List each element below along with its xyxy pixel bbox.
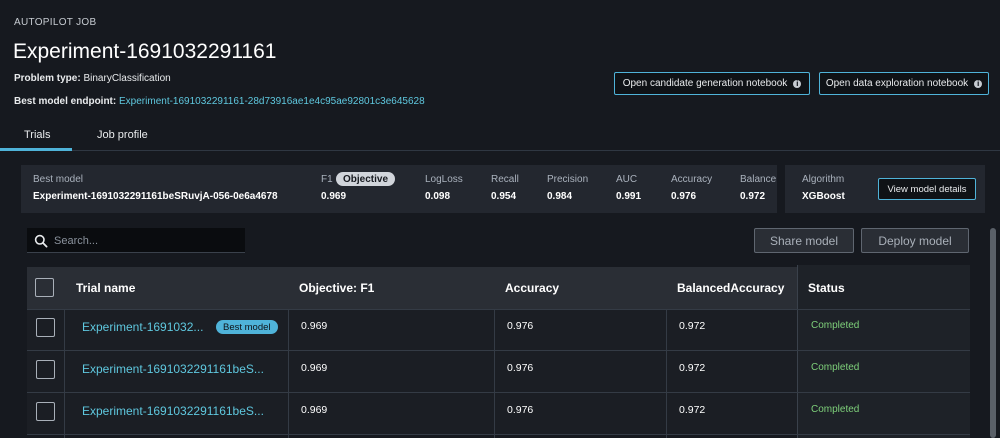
balanced-accuracy-label: Balance — [740, 174, 777, 185]
cell-f1: 0.969 — [301, 404, 328, 416]
cell-balanced-accuracy: 0.972 — [679, 362, 706, 374]
candidate-notebook-label: Open candidate generation notebook — [622, 78, 788, 89]
page-eyebrow: AUTOPILOT JOB — [14, 17, 97, 28]
deploy-model-button[interactable]: Deploy model — [861, 228, 969, 253]
recall-label: Recall — [491, 174, 519, 185]
best-model-label: Best model — [33, 174, 84, 185]
precision-value: 0.984 — [547, 191, 573, 202]
column-divider — [64, 309, 65, 438]
header-accuracy[interactable]: Accuracy — [505, 281, 559, 295]
header-balanced-accuracy[interactable]: BalancedAccuracy — [677, 281, 784, 295]
cell-f1: 0.969 — [301, 362, 328, 374]
cell-status: Completed — [811, 362, 860, 373]
header-status[interactable]: Status — [808, 281, 845, 295]
problem-type: Problem type: BinaryClassification — [14, 73, 171, 84]
endpoint-link[interactable]: Experiment-1691032291161-28d73916ae1e4c9… — [119, 96, 425, 107]
search-input[interactable] — [54, 229, 239, 252]
select-all-checkbox[interactable] — [35, 278, 54, 297]
search-icon — [34, 234, 48, 248]
tab-job-profile[interactable]: Job profile — [97, 129, 148, 141]
cell-balanced-accuracy: 0.972 — [679, 404, 706, 416]
cell-accuracy: 0.976 — [507, 362, 534, 374]
balanced-accuracy-value: 0.972 — [740, 191, 766, 202]
column-divider — [666, 309, 667, 438]
header-objective-f1[interactable]: Objective: F1 — [299, 281, 374, 295]
row-checkbox[interactable] — [36, 318, 55, 337]
info-icon: i — [974, 79, 983, 88]
endpoint-label: Best model endpoint: — [14, 96, 117, 107]
active-tab-indicator — [0, 148, 72, 151]
column-divider — [288, 309, 289, 438]
exploration-notebook-label: Open data exploration notebook — [825, 78, 969, 89]
share-model-button[interactable]: Share model — [754, 228, 854, 253]
precision-label: Precision — [547, 174, 589, 185]
view-model-details-button[interactable]: View model details — [878, 178, 976, 200]
page-title: Experiment-1691032291161 — [13, 40, 277, 63]
best-model-summary — [21, 165, 985, 213]
cell-balanced-accuracy: 0.972 — [679, 320, 706, 332]
auc-label: AUC — [616, 174, 638, 185]
info-icon: i — [793, 79, 802, 88]
open-candidate-notebook-button[interactable]: Open candidate generation notebook i — [614, 72, 810, 95]
cell-accuracy: 0.976 — [507, 320, 534, 332]
row-checkbox[interactable] — [36, 402, 55, 421]
algorithm-label: Algorithm — [802, 174, 845, 185]
algorithm-value: XGBoost — [802, 191, 845, 202]
accuracy-label: Accuracy — [671, 174, 713, 185]
logloss-label: LogLoss — [425, 174, 463, 185]
auc-value: 0.991 — [616, 191, 642, 202]
trial-link[interactable]: Experiment-1691032291161beS... — [82, 362, 282, 376]
objective-badge: Objective — [336, 172, 396, 186]
summary-divider — [777, 165, 785, 213]
row-divider — [27, 434, 970, 435]
open-exploration-notebook-button[interactable]: Open data exploration notebook i — [819, 72, 989, 95]
problem-type-label: Problem type: — [14, 73, 81, 84]
column-divider — [494, 309, 495, 438]
tabs-divider — [0, 150, 1000, 151]
cell-accuracy: 0.976 — [507, 404, 534, 416]
recall-value: 0.954 — [491, 191, 517, 202]
row-divider — [27, 392, 970, 393]
cell-f1: 0.969 — [301, 320, 328, 332]
logloss-value: 0.098 — [425, 191, 451, 202]
f1-value: 0.969 — [321, 191, 347, 202]
problem-type-value: BinaryClassification — [83, 73, 171, 84]
cell-status: Completed — [811, 404, 860, 415]
best-model-value: Experiment-1691032291161beSRuvjA-056-0e6… — [33, 191, 278, 202]
scrollbar-thumb[interactable] — [990, 228, 996, 438]
header-trial-name[interactable]: Trial name — [76, 281, 135, 295]
row-divider — [27, 350, 970, 351]
f1-label: F1 — [321, 174, 333, 185]
best-model-badge: Best model — [216, 320, 278, 334]
best-model-endpoint: Best model endpoint: Experiment-16910322… — [14, 96, 425, 107]
trial-link[interactable]: Experiment-1691032... — [82, 320, 214, 334]
trial-link[interactable]: Experiment-1691032291161beS... — [82, 404, 282, 418]
row-checkbox[interactable] — [36, 360, 55, 379]
row-divider — [27, 309, 970, 310]
accuracy-value: 0.976 — [671, 191, 697, 202]
tab-trials[interactable]: Trials — [24, 129, 50, 141]
cell-status: Completed — [811, 320, 860, 331]
